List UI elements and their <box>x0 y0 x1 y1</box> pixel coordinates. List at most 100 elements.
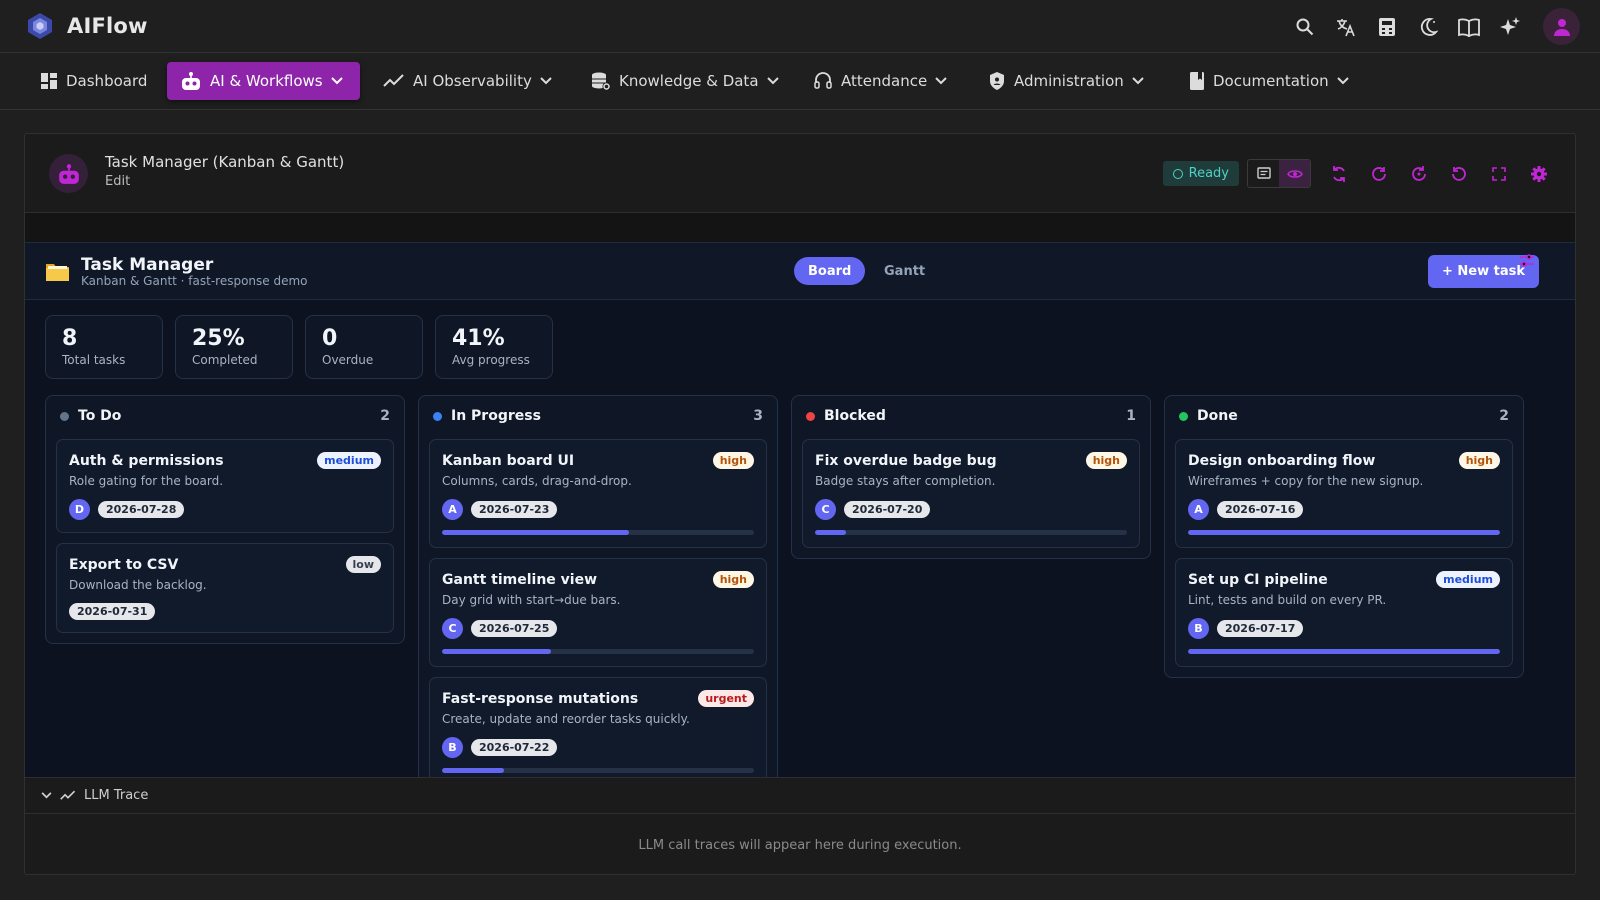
nav-ai-workflows[interactable]: AI & Workflows <box>167 62 360 100</box>
column-count: 2 <box>1499 408 1509 424</box>
book-icon[interactable] <box>1457 15 1481 39</box>
due-date-badge: 2026-07-20 <box>844 501 931 518</box>
kanban-column: In Progress 3 Kanban board UI high Columns, … <box>418 395 778 777</box>
task-meta: A 2026-07-16 <box>1188 499 1500 520</box>
sync-icon <box>1331 165 1347 183</box>
task-card[interactable]: Gantt timeline view high Day grid with sta… <box>429 558 767 667</box>
chevron-down-icon <box>41 792 52 799</box>
nav-knowledge-data[interactable]: Knowledge & Data <box>578 62 792 100</box>
nav-documentation[interactable]: Documentation <box>1176 62 1362 100</box>
task-card[interactable]: Fast-response mutations urgent Create, upd… <box>429 677 767 777</box>
task-description: Wireframes + copy for the new signup. <box>1188 474 1424 488</box>
nav-attendance[interactable]: Attendance <box>800 62 960 100</box>
stat-value: 8 <box>62 326 78 351</box>
column-header: Blocked 1 <box>792 396 1150 436</box>
stat-label: Total tasks <box>62 353 126 367</box>
llm-trace-toggle[interactable]: LLM Trace <box>25 777 1575 814</box>
progress-bar <box>442 649 754 654</box>
column-header: In Progress 3 <box>419 396 777 436</box>
dark-mode-icon[interactable] <box>1416 15 1440 39</box>
nav-ai-observability[interactable]: AI Observability <box>370 62 565 100</box>
tab-board[interactable]: Board <box>794 257 866 285</box>
tab-gantt[interactable]: Gantt <box>870 257 939 285</box>
robot-icon <box>180 71 202 91</box>
brand[interactable]: AIFlow <box>27 12 148 40</box>
dashboard-icon <box>40 72 58 90</box>
task-card[interactable]: Set up CI pipeline medium Lint, tests and … <box>1175 558 1513 667</box>
assignee-avatar: B <box>442 737 463 758</box>
stat-overdue: 0 Overdue <box>305 315 423 379</box>
assignee-avatar: D <box>69 499 90 520</box>
logo-icon <box>27 12 53 40</box>
nav-label: Dashboard <box>66 72 148 90</box>
stat-completed: 25% Completed <box>175 315 293 379</box>
nav-label: Attendance <box>841 72 928 90</box>
nav-dashboard[interactable]: Dashboard <box>27 62 160 100</box>
task-card[interactable]: Design onboarding flow high Wireframes + c… <box>1175 439 1513 548</box>
app-title: Task Manager <box>81 255 214 275</box>
rerun-button[interactable] <box>1407 162 1431 186</box>
card-list: Auth & permissions medium Role gating for … <box>46 436 404 643</box>
stat-value: 25% <box>192 326 245 351</box>
task-title: Design onboarding flow <box>1188 453 1376 469</box>
column-name: To Do <box>78 408 122 424</box>
progress-fill <box>1188 530 1500 535</box>
chevron-down-icon <box>935 77 947 85</box>
due-date-badge: 2026-07-22 <box>471 739 558 756</box>
task-card[interactable]: Export to CSV low Download the backlog. 202… <box>56 543 394 633</box>
column-name: Done <box>1197 408 1238 424</box>
calculator-icon[interactable] <box>1375 15 1399 39</box>
stat-value: 41% <box>452 326 505 351</box>
tune-icon[interactable] <box>1519 253 1535 269</box>
reset-icon <box>1451 166 1467 182</box>
task-meta: 2026-07-31 <box>69 603 381 620</box>
stat-total-tasks: 8 Total tasks <box>45 315 163 379</box>
llm-trace-empty: LLM call traces will appear here during … <box>638 837 962 853</box>
fullscreen-button[interactable] <box>1487 162 1511 186</box>
main-nav: Dashboard AI & Workflows AI Observabilit… <box>0 53 1600 110</box>
task-card[interactable]: Fix overdue badge bug high Badge stays aft… <box>802 439 1140 548</box>
trend-icon <box>60 790 76 801</box>
nav-label: Administration <box>1014 72 1124 90</box>
refresh-icon <box>1371 166 1387 182</box>
chevron-down-icon <box>766 77 779 85</box>
column-status-dot <box>433 411 442 421</box>
stat-label: Completed <box>192 353 258 367</box>
robot-icon <box>57 163 81 185</box>
progress-fill <box>442 649 552 654</box>
task-card[interactable]: Auth & permissions medium Role gating for … <box>56 439 394 533</box>
sync-button[interactable] <box>1327 162 1351 186</box>
search-icon[interactable] <box>1293 15 1317 39</box>
priority-badge: low <box>345 556 381 573</box>
agent-panel: Task Manager (Kanban & Gantt) Edit Ready <box>24 133 1576 875</box>
edit-link[interactable]: Edit <box>105 174 130 189</box>
reset-button[interactable] <box>1447 162 1471 186</box>
status-label: Ready <box>1188 166 1229 181</box>
column-count: 3 <box>753 408 763 424</box>
column-status-dot <box>1179 411 1188 421</box>
column-header: Done 2 <box>1165 396 1523 436</box>
top-actions <box>1293 8 1580 45</box>
due-date-badge: 2026-07-17 <box>1217 620 1304 637</box>
user-avatar-button[interactable] <box>1543 8 1580 45</box>
settings-button[interactable] <box>1527 162 1551 186</box>
chat-view-button[interactable] <box>1248 160 1279 187</box>
due-date-badge: 2026-07-31 <box>69 603 156 620</box>
task-card[interactable]: Kanban board UI high Columns, cards, drag-… <box>429 439 767 548</box>
task-meta: C 2026-07-25 <box>442 618 754 639</box>
card-list: Design onboarding flow high Wireframes + c… <box>1165 436 1523 677</box>
task-description: Columns, cards, drag-and-drop. <box>442 474 632 488</box>
chat-icon <box>1256 166 1271 181</box>
task-title: Kanban board UI <box>442 453 575 469</box>
preview-view-button[interactable] <box>1279 160 1310 187</box>
sparkles-icon[interactable] <box>1498 15 1522 39</box>
refresh-button[interactable] <box>1367 162 1391 186</box>
assignee-avatar: B <box>1188 618 1209 639</box>
task-meta: B 2026-07-22 <box>442 737 754 758</box>
assignee-avatar: C <box>815 499 836 520</box>
nav-administration[interactable]: Administration <box>975 62 1157 100</box>
agent-title: Task Manager (Kanban & Gantt) <box>105 153 345 171</box>
task-meta: A 2026-07-23 <box>442 499 754 520</box>
translate-icon[interactable] <box>1334 15 1358 39</box>
headset-icon <box>813 71 833 91</box>
